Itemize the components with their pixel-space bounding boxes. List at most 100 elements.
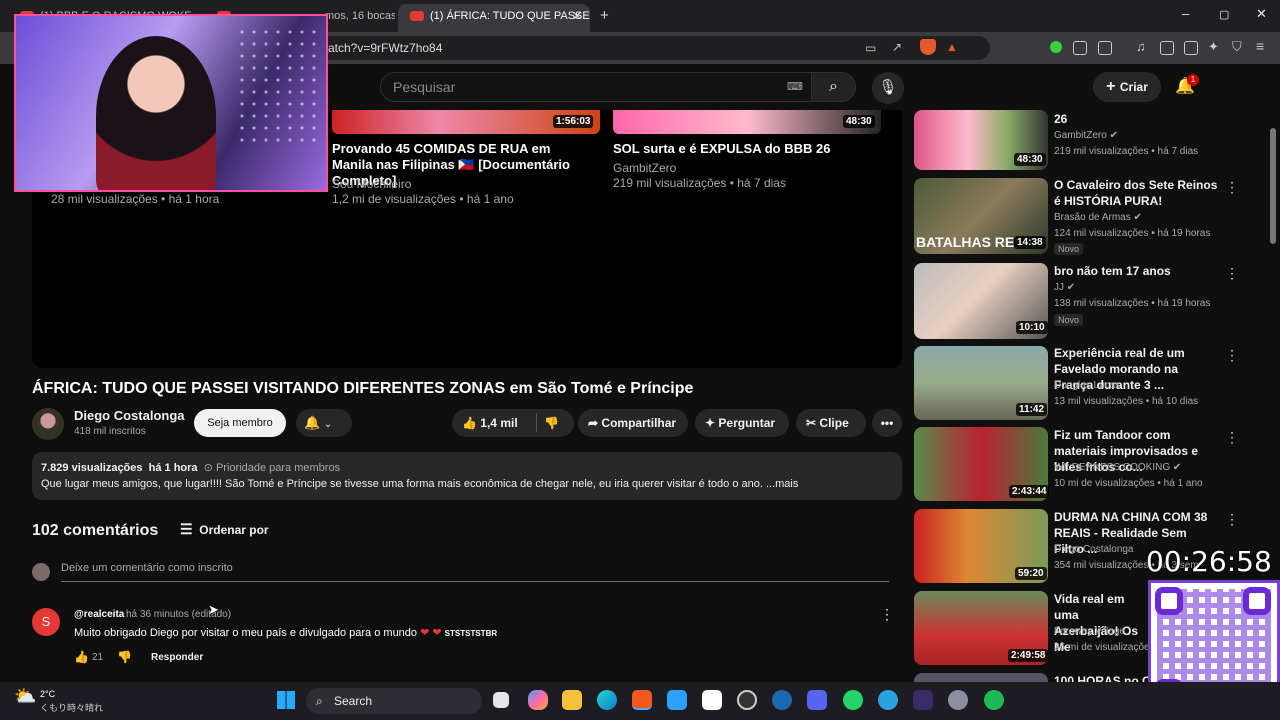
sidebar-channel[interactable]: Diego Costalonga xyxy=(1054,544,1134,555)
end-screen-thumbnail-3[interactable] xyxy=(613,110,881,134)
channel-name[interactable]: Diego Costalonga xyxy=(74,408,185,423)
share-button[interactable]: ➦ Compartilhar xyxy=(578,409,688,437)
rewards-icon[interactable]: ▲ xyxy=(946,40,958,54)
browser-tab-active[interactable]: (1) ÁFRICA: TUDO QUE PASSEI V ✕ xyxy=(398,4,590,32)
page-scrollbar[interactable] xyxy=(1270,128,1276,244)
youtube-icon xyxy=(410,11,424,21)
leo-ai-icon[interactable]: ✦ xyxy=(1208,39,1219,55)
minimize-button[interactable]: – xyxy=(1182,6,1189,21)
voice-search-button[interactable]: 🎙 xyxy=(872,72,904,104)
weather-icon[interactable]: ⛅ xyxy=(14,686,36,707)
wallet-icon[interactable] xyxy=(1098,41,1112,55)
sidebar-more-icon[interactable]: ⋮ xyxy=(1225,429,1239,446)
search-button[interactable]: ⌕ xyxy=(812,72,856,102)
settings-icon[interactable] xyxy=(948,690,968,710)
sidebar-icon[interactable] xyxy=(1160,41,1174,55)
brave-shield-icon[interactable] xyxy=(920,39,936,55)
sidebar-title[interactable]: 26 xyxy=(1054,111,1218,127)
sidebar-channel[interactable]: GambitZero ✔ xyxy=(1054,130,1118,141)
end-screen-channel[interactable]: Sou Mochileiro xyxy=(332,177,411,191)
duration-badge: 1:56:03 xyxy=(553,115,594,128)
reply-button[interactable]: Responder xyxy=(151,652,203,663)
edge-icon[interactable] xyxy=(597,690,617,710)
discord-icon[interactable] xyxy=(807,690,827,710)
start-button[interactable] xyxy=(277,691,295,709)
join-button[interactable]: Seja membro xyxy=(194,409,286,437)
end-screen-meta: 28 mil visualizações • há 1 hora xyxy=(51,192,220,206)
task-view-icon[interactable] xyxy=(493,692,509,708)
end-screen-meta: 219 mil visualizações • há 7 dias xyxy=(613,176,786,190)
sidebar-channel[interactable]: Faraway Village xyxy=(1054,626,1125,637)
verified-icon: ✔ xyxy=(1066,282,1076,293)
sidebar-channel[interactable]: WILDERNESS COOKING ✔ xyxy=(1054,462,1181,473)
comment-like-icon[interactable]: 👍 xyxy=(74,650,89,664)
comment-dislike-icon[interactable]: 👎 xyxy=(117,650,132,664)
user-avatar[interactable] xyxy=(1218,74,1244,100)
subscriber-count: 418 mil inscritos xyxy=(74,426,146,437)
end-screen-title[interactable]: SOL surta e é EXPULSA do BBB 26 xyxy=(613,141,875,157)
brave-icon[interactable] xyxy=(632,690,652,710)
comment-avatar[interactable]: S xyxy=(32,608,60,636)
create-button[interactable]: + Criar xyxy=(1093,72,1161,102)
share-page-icon[interactable]: ↗ xyxy=(892,40,902,54)
ask-button[interactable]: ✦ Perguntar xyxy=(695,409,789,437)
sidebar-channel[interactable]: Brasão de Armas ✔ xyxy=(1054,212,1142,223)
streamer-figure xyxy=(96,36,216,190)
sidebar-title[interactable]: bro não tem 17 anos xyxy=(1054,263,1218,279)
subscription-notify-button[interactable]: 🔔 ⌄ xyxy=(296,409,352,437)
app-icon[interactable] xyxy=(913,690,933,710)
end-screen-channel[interactable]: GambitZero xyxy=(613,161,676,175)
close-window-button[interactable]: ✕ xyxy=(1256,6,1267,22)
reading-list-icon[interactable] xyxy=(1184,41,1198,55)
whatsapp-icon[interactable] xyxy=(843,690,863,710)
new-badge: Novo xyxy=(1054,243,1084,255)
extensions-icon[interactable] xyxy=(1073,41,1087,55)
comment-count: 102 comentários xyxy=(32,522,159,539)
sidebar-more-icon[interactable]: ⋮ xyxy=(1225,511,1239,528)
comment-more-icon[interactable]: ⋮ xyxy=(880,606,894,623)
clip-button[interactable]: ✂ Clipe xyxy=(796,409,866,437)
thumbs-down-icon[interactable]: 👎 xyxy=(544,409,559,437)
comment-author[interactable]: @realceita xyxy=(74,609,124,620)
sidebar-thumbnail-8[interactable] xyxy=(914,673,1048,682)
description-box[interactable]: 7.829 visualizações há 1 hora ⊙ Priorida… xyxy=(32,452,902,500)
verified-icon: ✔ xyxy=(1172,462,1182,473)
channel-avatar[interactable] xyxy=(32,408,64,440)
maximize-button[interactable]: ▢ xyxy=(1219,8,1229,21)
vpn-status-icon[interactable] xyxy=(1050,41,1062,53)
sort-icon: ☰ xyxy=(180,521,193,537)
sidebar-channel[interactable]: JJ ✔ xyxy=(1054,282,1075,293)
search-input[interactable]: Pesquisar ⌨ xyxy=(380,72,812,102)
menu-icon[interactable]: ≡ xyxy=(1256,38,1264,54)
steam-icon[interactable] xyxy=(772,690,792,710)
vpn-icon[interactable]: ⛉ xyxy=(1232,39,1242,55)
url-field[interactable]: atch?v=9rFWtz7ho84 xyxy=(250,36,990,60)
file-explorer-icon[interactable] xyxy=(562,690,582,710)
capcut-icon[interactable] xyxy=(702,690,722,710)
obs-icon[interactable] xyxy=(737,690,757,710)
comment-input[interactable]: Deixe um comentário como inscrito xyxy=(61,562,889,582)
duration-badge: 2:43:44 xyxy=(1009,485,1050,498)
cast-icon[interactable]: ▭ xyxy=(865,41,876,55)
sidebar-channel[interactable]: Douglas Lucas xyxy=(1054,380,1120,391)
sidebar-more-icon[interactable]: ⋮ xyxy=(1225,265,1239,282)
sidebar-more-icon[interactable]: ⋮ xyxy=(1225,347,1239,364)
store-icon[interactable] xyxy=(667,690,687,710)
my-avatar xyxy=(32,563,50,581)
comment-like-count: 21 xyxy=(92,652,104,663)
music-icon[interactable]: ♫ xyxy=(1136,39,1146,54)
spotify-icon[interactable] xyxy=(984,690,1004,710)
sidebar-title[interactable]: O Cavaleiro dos Sete Reinos é HISTÓRIA P… xyxy=(1054,177,1218,209)
more-actions-button[interactable]: ••• xyxy=(872,409,902,437)
temperature: 2°C xyxy=(40,689,56,699)
sidebar-more-icon[interactable]: ⋮ xyxy=(1225,179,1239,196)
new-tab-button[interactable]: + xyxy=(600,7,609,24)
telegram-icon[interactable] xyxy=(878,690,898,710)
close-tab-icon[interactable]: ✕ xyxy=(572,4,582,28)
keyboard-icon[interactable]: ⌨ xyxy=(787,73,803,101)
taskbar-search[interactable]: ⌕ Search xyxy=(306,688,482,714)
copilot-icon[interactable] xyxy=(528,690,548,710)
search-icon: ⌕ xyxy=(829,78,838,95)
like-button[interactable]: 👍 1,4 mil 👎 xyxy=(452,409,574,437)
sort-comments-button[interactable]: ☰ Ordenar por xyxy=(180,521,269,538)
